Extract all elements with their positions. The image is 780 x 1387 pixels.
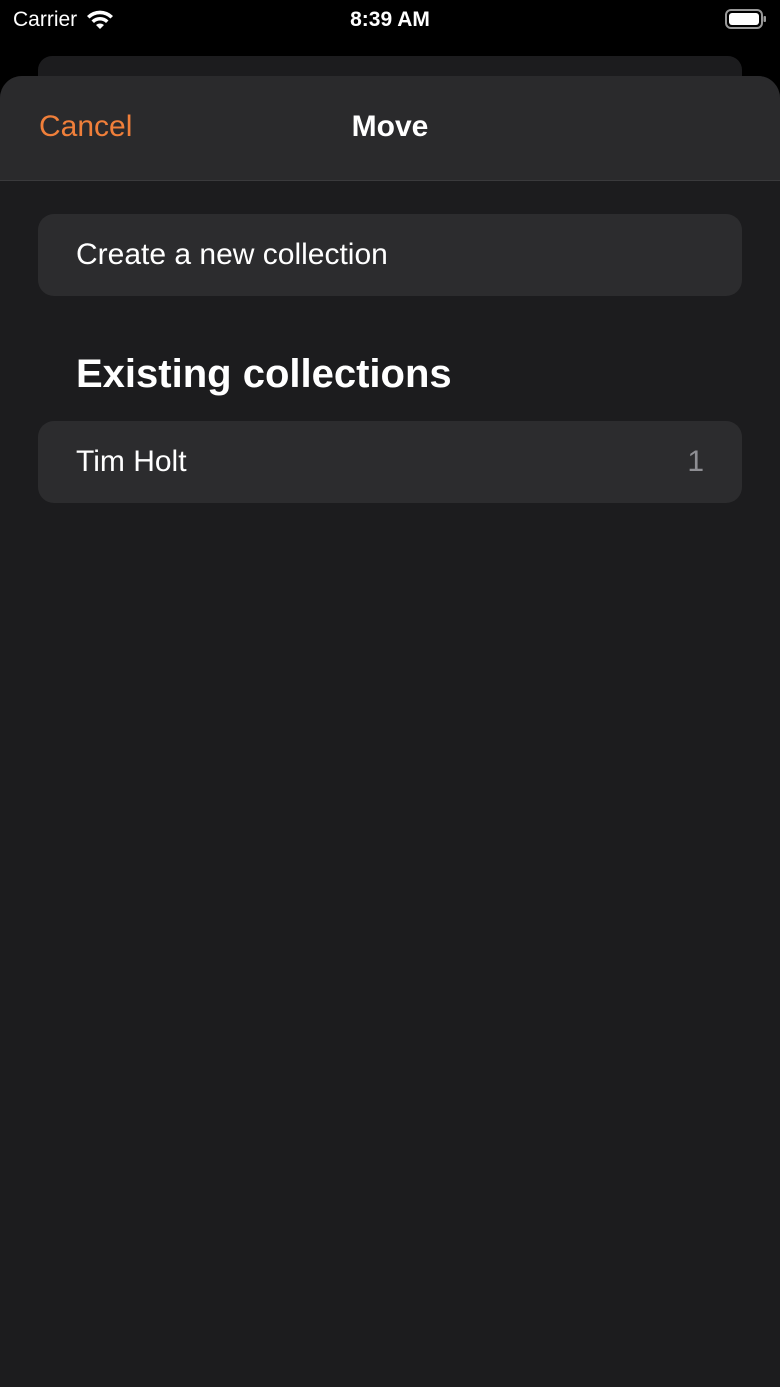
move-sheet: Cancel Move Create a new collection Exis… — [0, 76, 780, 1387]
collection-row[interactable]: Tim Holt 1 — [38, 421, 742, 503]
battery-icon — [725, 9, 766, 29]
section-heading: Existing collections — [76, 352, 452, 396]
collection-count: 1 — [687, 445, 704, 478]
collection-name: Tim Holt — [76, 445, 187, 478]
page-title: Move — [351, 110, 429, 143]
create-collection-button[interactable]: Create a new collection — [38, 214, 742, 296]
create-collection-label: Create a new collection — [76, 238, 388, 271]
navigation-bar: Cancel Move — [0, 76, 780, 181]
status-time: 8:39 AM — [350, 8, 430, 31]
status-bar: Carrier 8:39 AM — [0, 0, 780, 40]
